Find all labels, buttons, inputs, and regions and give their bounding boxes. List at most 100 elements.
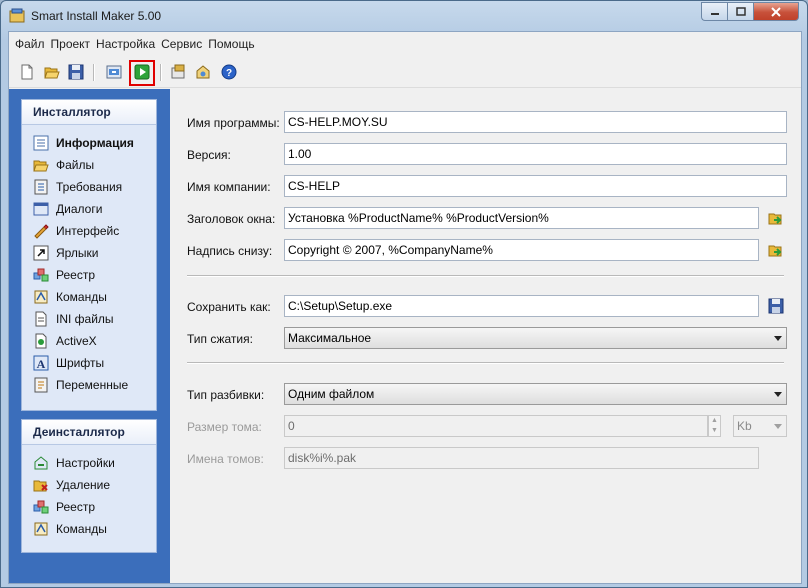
save-disk-icon: [768, 298, 784, 314]
volume-size-input[interactable]: 0: [284, 415, 708, 437]
company-input[interactable]: CS-HELP: [284, 175, 787, 197]
build-button[interactable]: [105, 63, 123, 81]
open-folder-icon: [44, 67, 60, 79]
compression-select[interactable]: Максимальное: [284, 327, 787, 349]
uninstaller-group: Деинсталлятор Настройки Удаление Реестр …: [21, 419, 157, 553]
footer-text-label: Надпись снизу:: [187, 244, 273, 258]
sidebar-item-files[interactable]: Файлы: [33, 154, 94, 176]
form-divider: [187, 362, 784, 364]
menu-project[interactable]: Проект: [51, 37, 95, 51]
spin-up-icon[interactable]: ▲: [709, 416, 720, 426]
volume-names-input[interactable]: disk%i%.pak: [284, 447, 759, 469]
window-title: Smart Install Maker 5.00: [31, 9, 162, 23]
commands-icon: [33, 289, 49, 305]
svg-text:?: ?: [226, 68, 232, 79]
minimize-button[interactable]: [701, 2, 727, 21]
new-file-icon: [21, 64, 33, 80]
title-bar[interactable]: Smart Install Maker 5.00: [1, 1, 807, 31]
company-label: Имя компании:: [187, 180, 271, 194]
minimize-icon: [710, 12, 719, 15]
sidebar-item-uninstall-settings[interactable]: Настройки: [33, 452, 115, 474]
interface-icon: [33, 223, 49, 239]
sidebar-item-info[interactable]: Информация: [33, 132, 134, 154]
build-icon: [106, 65, 122, 79]
info-list-icon: [33, 135, 49, 151]
program-name-label: Имя программы:: [187, 116, 280, 130]
client-area: Файл Проект Настройка Сервис Помощь ? Ин…: [8, 31, 802, 584]
sidebar-item-commands[interactable]: Команды: [33, 286, 107, 308]
run-play-icon: [134, 64, 150, 80]
sidebar-item-variables[interactable]: Переменные: [33, 374, 128, 396]
requirements-icon: [33, 179, 49, 195]
save-as-label: Сохранить как:: [187, 300, 271, 314]
sidebar-item-uninstall-registry[interactable]: Реестр: [33, 496, 95, 518]
fonts-icon: A: [33, 355, 49, 371]
dialogs-icon: [33, 201, 49, 217]
save-as-browse-button[interactable]: [767, 297, 785, 315]
installer-group-title: Инсталлятор: [22, 100, 156, 125]
folder-arrow-icon: [768, 245, 782, 257]
open-button[interactable]: [43, 63, 61, 81]
sidebar-item-ini-files[interactable]: INI файлы: [33, 308, 114, 330]
ini-file-icon: [33, 311, 49, 327]
window-title-label: Заголовок окна:: [187, 212, 276, 226]
sidebar-item-requirements[interactable]: Требования: [33, 176, 122, 198]
folder-arrow-icon: [768, 213, 782, 225]
sidebar-panel: Инсталлятор Информация Файлы Требования …: [9, 89, 170, 583]
update-icon: [196, 65, 210, 79]
info-form: Имя программы: CS-HELP.MOY.SU Версия: 1.…: [170, 89, 801, 583]
update-button[interactable]: [194, 63, 212, 81]
new-button[interactable]: [18, 63, 36, 81]
installer-group: Инсталлятор Информация Файлы Требования …: [21, 99, 157, 411]
chevron-down-icon: [774, 392, 782, 397]
sidebar-item-fonts[interactable]: A Шрифты: [33, 352, 104, 374]
delete-folder-icon: [33, 477, 49, 493]
help-icon: ?: [221, 64, 237, 80]
sidebar-item-delete[interactable]: Удаление: [33, 474, 110, 496]
window-title-variables-button[interactable]: [767, 209, 785, 227]
sidebar-item-dialogs[interactable]: Диалоги: [33, 198, 102, 220]
menu-settings[interactable]: Настройка: [96, 37, 159, 51]
uninstaller-group-title: Деинсталлятор: [22, 420, 156, 445]
version-input[interactable]: 1.00: [284, 143, 787, 165]
options-button[interactable]: [169, 63, 187, 81]
close-icon: [771, 6, 781, 17]
sidebar-item-shortcuts[interactable]: Ярлыки: [33, 242, 99, 264]
split-type-label: Тип разбивки:: [187, 388, 265, 402]
registry-icon: [33, 267, 49, 283]
help-button[interactable]: ?: [220, 63, 238, 81]
split-type-select[interactable]: Одним файлом: [284, 383, 787, 405]
activex-icon: [33, 333, 49, 349]
run-button[interactable]: [133, 63, 151, 81]
volume-size-label: Размер тома:: [187, 420, 262, 434]
volume-size-spinner[interactable]: ▲ ▼: [708, 415, 721, 437]
sidebar-item-interface[interactable]: Интерфейс: [33, 220, 119, 242]
window-title-input[interactable]: Установка %ProductName% %ProductVersion%: [284, 207, 759, 229]
menu-help[interactable]: Помощь: [208, 37, 258, 51]
footer-text-variables-button[interactable]: [767, 241, 785, 259]
variables-icon: [33, 377, 49, 393]
menu-file[interactable]: Файл: [15, 37, 49, 51]
sidebar-item-registry[interactable]: Реестр: [33, 264, 95, 286]
toolbar-separator: [93, 64, 95, 81]
svg-text:A: A: [37, 357, 46, 371]
save-as-input[interactable]: C:\Setup\Setup.exe: [284, 295, 759, 317]
footer-text-input[interactable]: Copyright © 2007, %CompanyName%: [284, 239, 759, 261]
sidebar-item-uninstall-commands[interactable]: Команды: [33, 518, 107, 540]
settings-icon: [171, 64, 185, 79]
app-icon: [9, 8, 25, 23]
spin-down-icon[interactable]: ▼: [709, 426, 720, 436]
chevron-down-icon: [774, 424, 782, 429]
close-button[interactable]: [753, 2, 799, 21]
volume-names-label: Имена томов:: [187, 452, 264, 466]
sidebar-item-activex[interactable]: ActiveX: [33, 330, 97, 352]
save-disk-icon: [68, 64, 84, 80]
menu-service[interactable]: Сервис: [161, 37, 206, 51]
save-button[interactable]: [67, 63, 85, 81]
app-window: Smart Install Maker 5.00 Файл Проект Нас…: [0, 0, 808, 588]
menu-bar: Файл Проект Настройка Сервис Помощь: [9, 32, 801, 56]
maximize-button[interactable]: [727, 2, 753, 21]
folder-open-icon: [33, 157, 49, 173]
program-name-input[interactable]: CS-HELP.MOY.SU: [284, 111, 787, 133]
volume-unit-select[interactable]: Kb: [733, 415, 787, 437]
